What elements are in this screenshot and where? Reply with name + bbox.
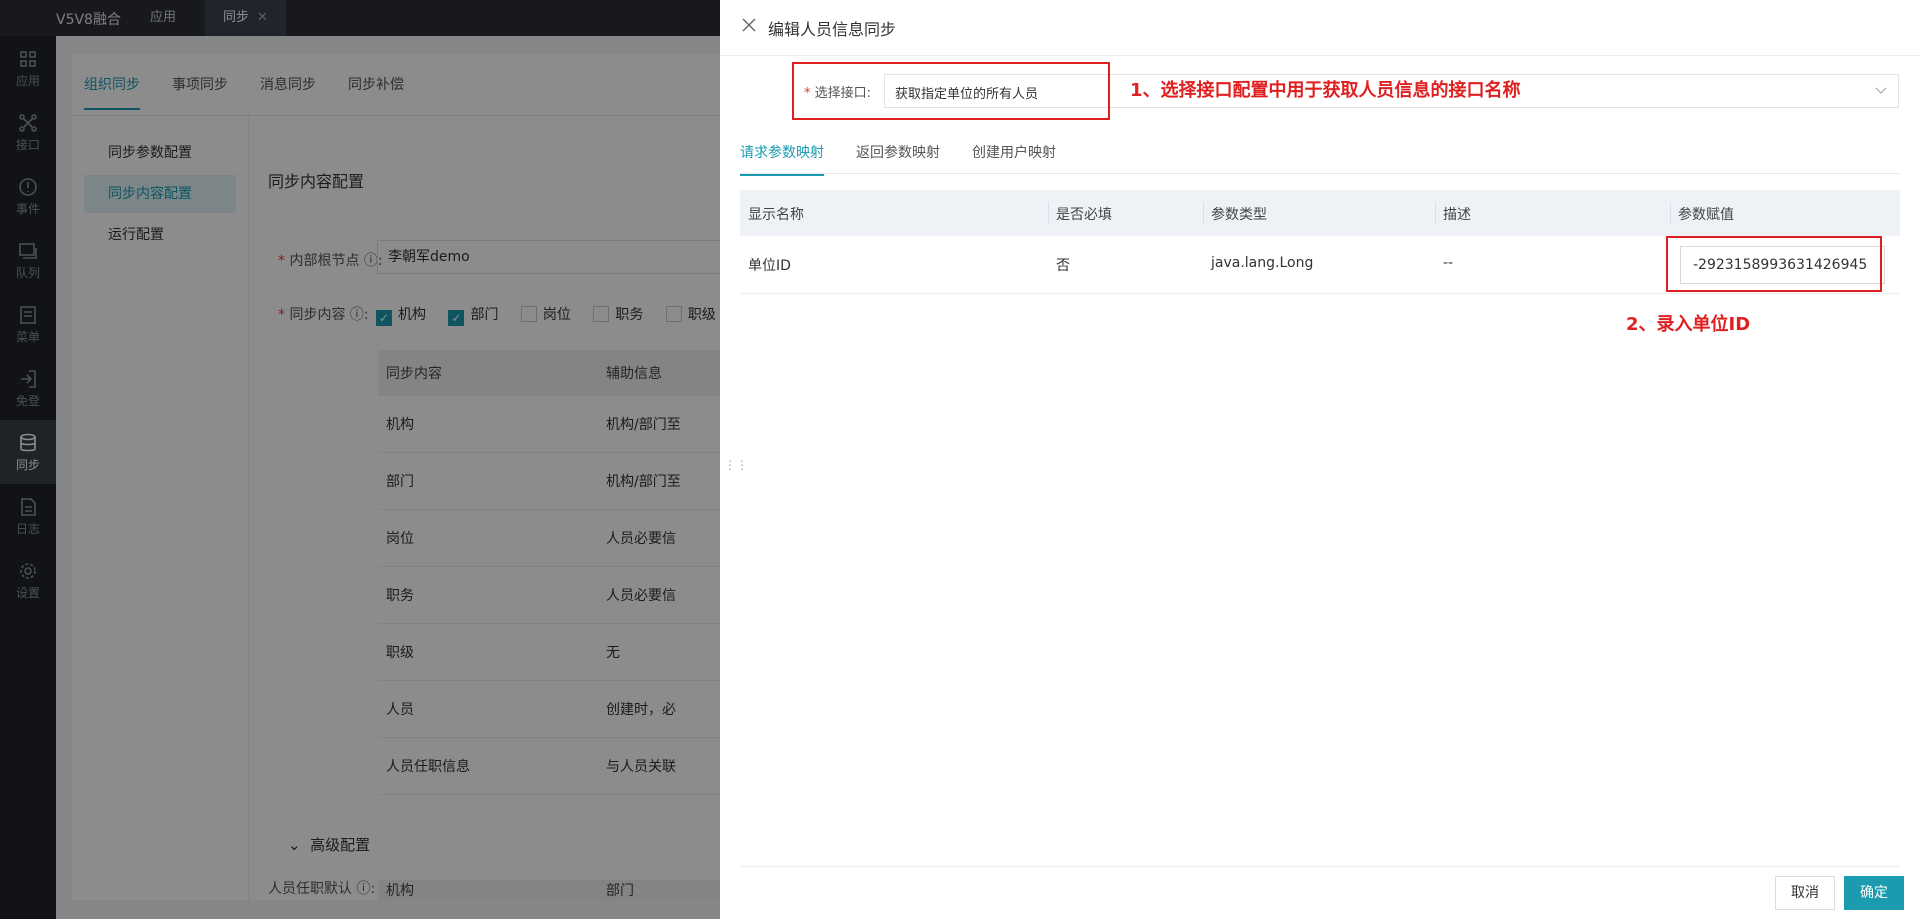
annotation-box-1 [792, 62, 1110, 120]
edit-drawer: 编辑人员信息同步 ⋮⋮ * 选择接口: 获取指定单位的所有人员 1、选择接口配置… [720, 0, 1920, 919]
col-display-name: 显示名称 [748, 207, 804, 223]
tab-request-mapping[interactable]: 请求参数映射 [740, 142, 824, 176]
col-required: 是否必填 [1056, 207, 1112, 223]
drawer-tabs: 请求参数映射 返回参数映射 创建用户映射 [740, 136, 1900, 176]
cancel-button[interactable]: 取消 [1775, 876, 1835, 910]
annotation-text-2: 2、录入单位ID [1626, 314, 1751, 335]
cell-required: 否 [1056, 258, 1070, 274]
table-header: 显示名称 是否必填 参数类型 描述 参数赋值 [740, 190, 1900, 236]
close-icon[interactable] [740, 16, 758, 34]
col-param-type: 参数类型 [1211, 207, 1267, 223]
col-param-value: 参数赋值 [1678, 207, 1734, 223]
tab-response-mapping[interactable]: 返回参数映射 [856, 142, 940, 174]
annotation-box-2 [1666, 236, 1882, 292]
cell-description: -- [1443, 255, 1454, 271]
confirm-button[interactable]: 确定 [1844, 876, 1904, 910]
drawer-title: 编辑人员信息同步 [768, 20, 897, 39]
cell-param-type: java.lang.Long [1211, 255, 1314, 271]
tab-user-mapping[interactable]: 创建用户映射 [972, 142, 1056, 174]
drag-handle-icon[interactable]: ⋮⋮ [724, 458, 748, 472]
annotation-text-1: 1、选择接口配置中用于获取人员信息的接口名称 [1130, 80, 1521, 101]
drawer-header: 编辑人员信息同步 [720, 0, 1920, 56]
cell-display-name: 单位ID [748, 258, 791, 274]
col-description: 描述 [1443, 207, 1471, 223]
drawer-footer-divider [740, 866, 1900, 867]
chevron-down-icon [1875, 87, 1887, 94]
